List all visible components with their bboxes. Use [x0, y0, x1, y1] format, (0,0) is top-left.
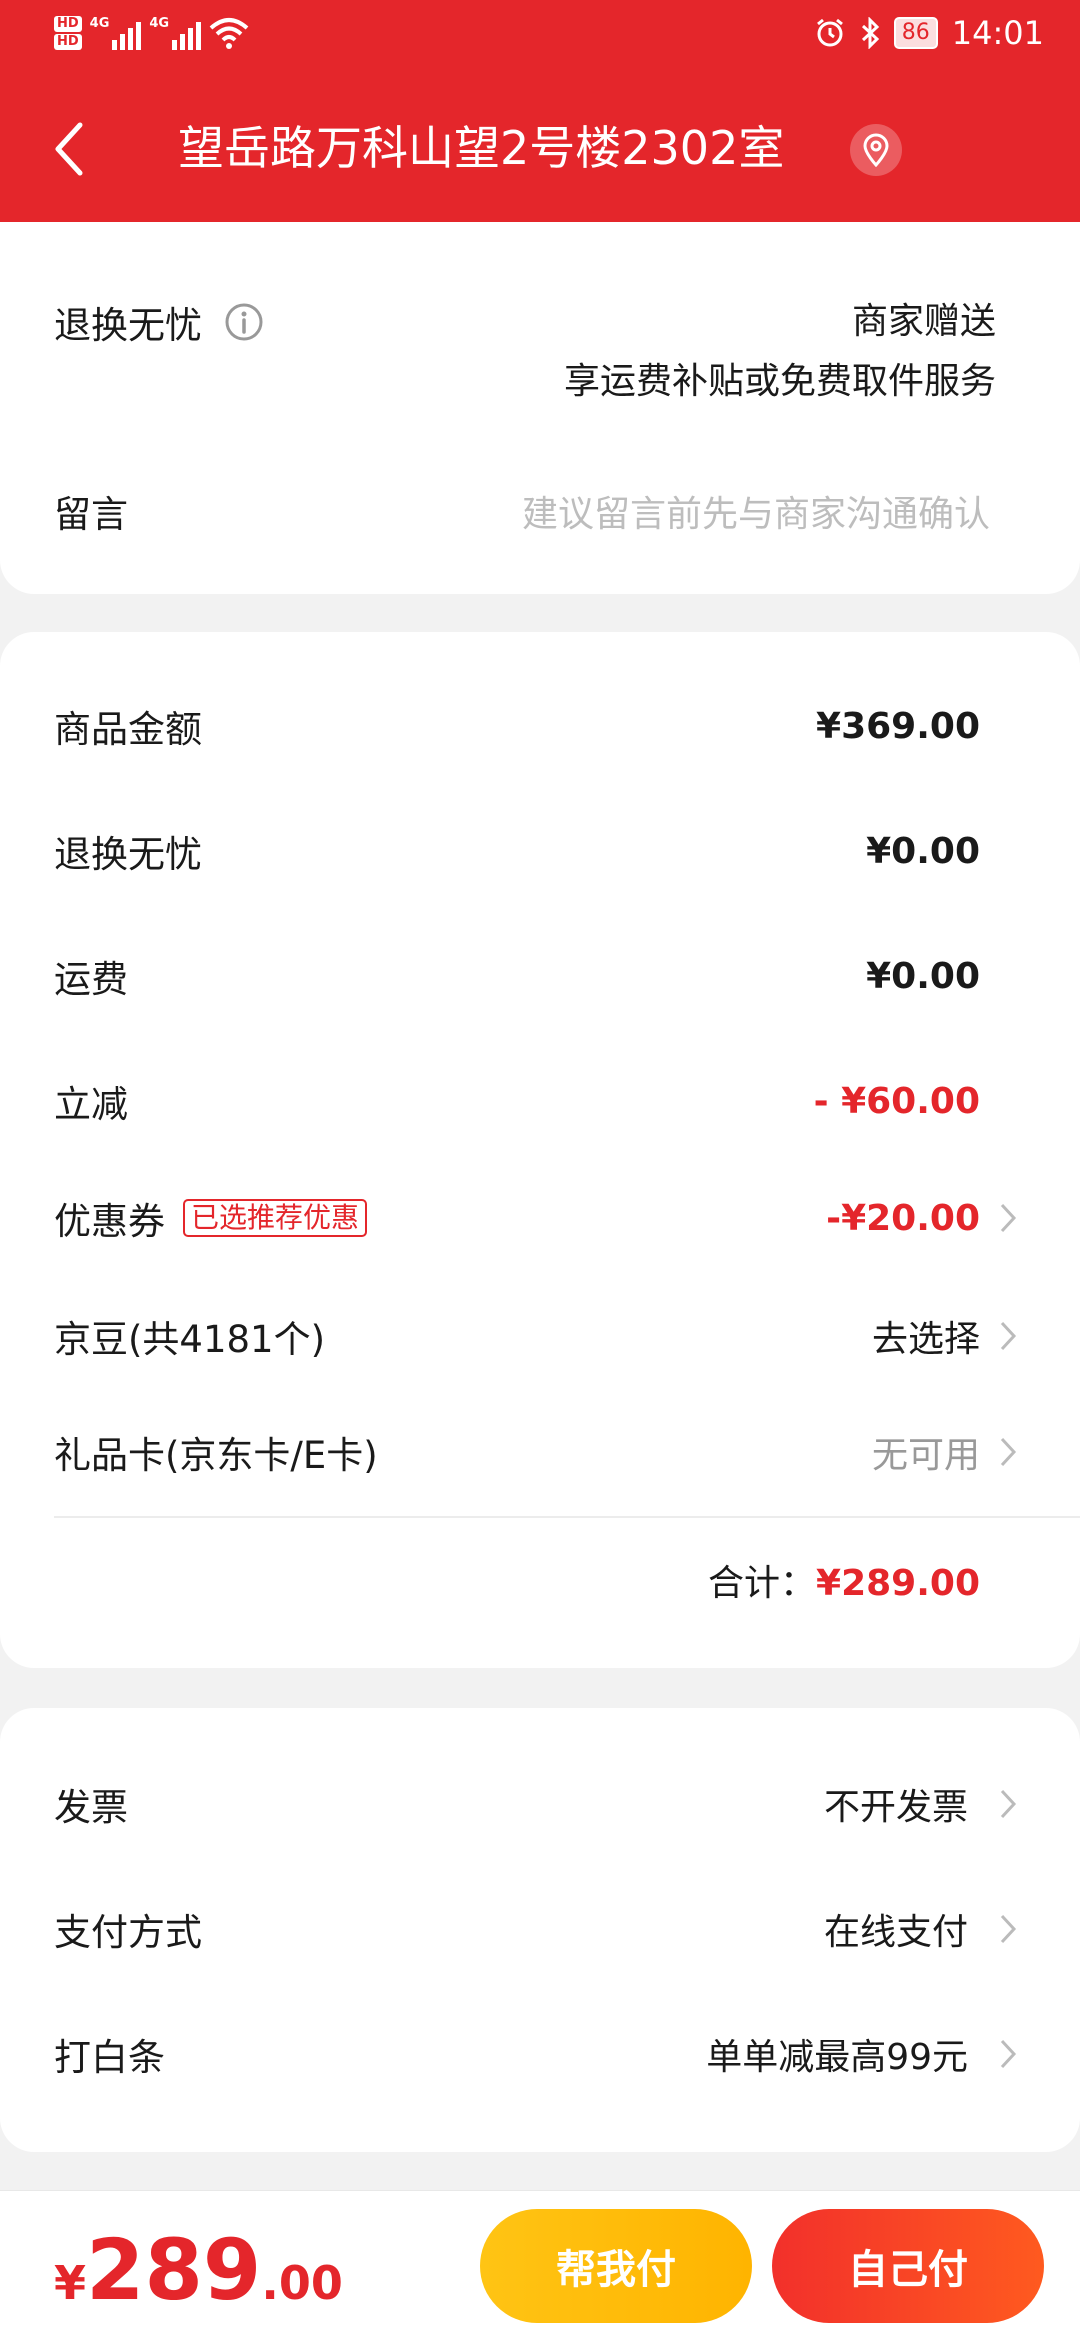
return-service-label: 退换无忧 — [54, 833, 202, 876]
return-service-value: ¥0.00 — [866, 830, 980, 872]
coupon-badge: 已选推荐优惠 — [183, 1199, 368, 1237]
wifi-icon — [209, 18, 249, 49]
service-card: 退换无忧 商家赠送 享运费补贴或免费取件服务 留言 建议留言前先与商家沟通确认 — [0, 222, 1080, 594]
chevron-right-icon — [1000, 1914, 1017, 1944]
payment-method-value: 在线支付 — [823, 1912, 968, 1953]
jd-beans-label: 京豆(共4181个) — [54, 1318, 326, 1361]
shipping-value: ¥0.00 — [866, 955, 980, 997]
jd-beans-row[interactable]: 京豆(共4181个) 去选择 — [54, 1306, 1080, 1366]
message-label: 留言 — [54, 493, 128, 536]
order-total: 合计：¥289.00 — [708, 1554, 980, 1606]
status-bar: HD HD 4G 4G 86 14:01 — [0, 0, 1080, 76]
currency-symbol: ¥ — [54, 2256, 87, 2310]
gift-card-value: 无可用 — [871, 1435, 980, 1476]
total-value: ¥289.00 — [816, 1563, 980, 1604]
payment-options-card: 发票 不开发票 支付方式 在线支付 打白条 单单减最高99元 — [0, 1708, 1080, 2152]
price-integer: 289 — [86, 2221, 262, 2319]
page-header: 望岳路万科山望2号楼2302室 — [0, 76, 1080, 222]
chevron-right-icon — [1000, 1437, 1017, 1467]
chevron-right-icon — [1000, 2039, 1017, 2069]
payment-method-label: 支付方式 — [54, 1911, 202, 1954]
gift-card-label: 礼品卡(京东卡/E卡) — [54, 1434, 378, 1477]
shipping-row: 运费 ¥0.00 — [54, 946, 1080, 1006]
clock: 14:01 — [951, 14, 1044, 52]
baitiao-row[interactable]: 打白条 单单减最高99元 — [54, 2024, 1080, 2084]
return-service-row: 退换无忧 ¥0.00 — [54, 821, 1080, 881]
price-summary-card: 商品金额 ¥369.00 退换无忧 ¥0.00 运费 ¥0.00 立减 - ¥6… — [0, 632, 1080, 1668]
hd-badges: HD HD — [54, 14, 82, 52]
location-pin-icon[interactable] — [850, 124, 902, 176]
gift-card-row[interactable]: 礼品卡(京东卡/E卡) 无可用 — [54, 1422, 1080, 1482]
service-line: 商家赠送 — [851, 301, 996, 342]
goods-amount-label: 商品金额 — [54, 708, 202, 751]
total-label: 合计： — [708, 1563, 817, 1604]
invoice-row[interactable]: 发票 不开发票 — [54, 1774, 1080, 1834]
checkout-bar: ¥289.00 帮我付 自己付 — [0, 2190, 1080, 2340]
top-bar: HD HD 4G 4G 86 14:01 望岳路万科山望2号楼2302室 — [0, 0, 1080, 222]
baitiao-value: 单单减最高99元 — [706, 2037, 968, 2078]
instant-discount-value: - ¥60.00 — [813, 1080, 980, 1122]
message-input[interactable]: 建议留言前先与商家沟通确认 — [522, 485, 990, 537]
hd-badge: HD — [54, 34, 82, 50]
baitiao-label: 打白条 — [54, 2036, 165, 2079]
service-label: 退换无忧 — [54, 304, 202, 347]
hd-badge: HD — [54, 16, 82, 32]
signal-icon: 4G — [90, 16, 142, 50]
goods-amount-row: 商品金额 ¥369.00 — [54, 696, 1080, 756]
service-description: 商家赠送 享运费补贴或免费取件服务 — [564, 292, 996, 412]
instant-discount-row: 立减 - ¥60.00 — [54, 1071, 1080, 1131]
instant-discount-label: 立减 — [54, 1083, 128, 1126]
coupon-label: 优惠券 — [54, 1200, 165, 1243]
invoice-label: 发票 — [54, 1786, 128, 1829]
alarm-icon — [816, 18, 843, 47]
battery-indicator: 86 — [893, 17, 938, 49]
self-pay-button[interactable]: 自己付 — [772, 2209, 1044, 2323]
chevron-right-icon — [1000, 1789, 1017, 1819]
price-decimal: .00 — [261, 2256, 343, 2310]
chevron-left-icon — [55, 122, 83, 176]
chevron-right-icon — [1000, 1203, 1017, 1233]
shipping-label: 运费 — [54, 958, 128, 1001]
signal-icon: 4G — [149, 16, 202, 50]
message-row[interactable]: 留言 建议留言前先与商家沟通确认 — [54, 476, 1080, 546]
info-icon[interactable] — [224, 302, 264, 342]
goods-amount-value: ¥369.00 — [816, 705, 980, 747]
back-button[interactable] — [44, 114, 94, 184]
service-line: 享运费补贴或免费取件服务 — [563, 361, 996, 402]
chevron-right-icon — [1000, 1321, 1017, 1351]
final-price: ¥289.00 — [54, 2221, 343, 2319]
help-pay-button[interactable]: 帮我付 — [480, 2209, 752, 2323]
invoice-value: 不开发票 — [823, 1787, 968, 1828]
network-type: 4G — [149, 16, 170, 31]
coupon-row[interactable]: 优惠券 已选推荐优惠 -¥20.00 — [54, 1188, 1080, 1248]
network-type: 4G — [89, 16, 110, 31]
jd-beans-value: 去选择 — [871, 1319, 980, 1360]
bluetooth-icon — [861, 17, 879, 49]
page-title[interactable]: 望岳路万科山望2号楼2302室 — [178, 116, 784, 180]
divider — [54, 1516, 1080, 1518]
coupon-value: -¥20.00 — [826, 1197, 980, 1239]
payment-method-row[interactable]: 支付方式 在线支付 — [54, 1899, 1080, 1959]
